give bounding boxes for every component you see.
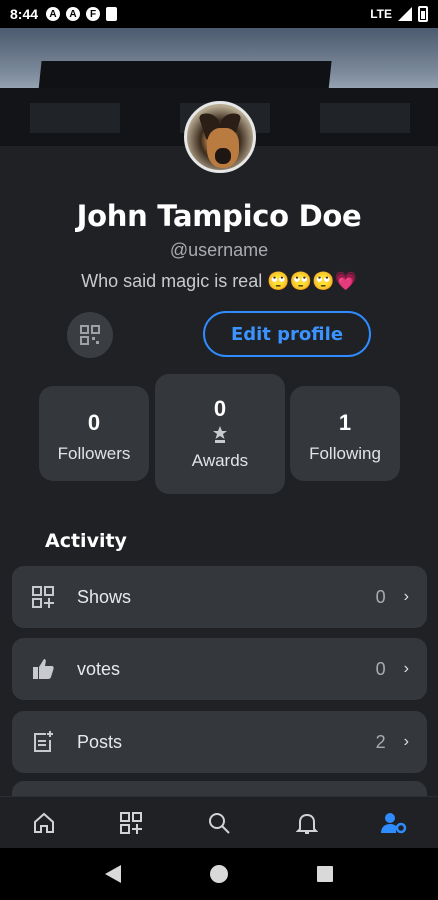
grid-add-icon: [32, 586, 54, 608]
activity-label: votes: [77, 658, 121, 679]
grid-add-icon: [120, 811, 143, 834]
battery-icon: [418, 6, 428, 22]
sd-card-icon: [106, 7, 118, 21]
followers-label: Followers: [57, 444, 131, 463]
status-bar: 8:44 A A F LTE: [0, 0, 438, 28]
cover-window: [320, 103, 410, 133]
nav-home[interactable]: [24, 803, 64, 843]
activity-count: 0: [375, 658, 386, 679]
following-label: Following: [309, 444, 381, 463]
app-notification-icon: A: [46, 7, 61, 21]
activity-count: 0: [375, 586, 386, 607]
user-settings-icon: [381, 812, 407, 833]
home-circle-icon[interactable]: [209, 865, 228, 883]
post-add-icon: [34, 731, 53, 752]
nav-notifications[interactable]: [287, 803, 327, 843]
qr-code-button[interactable]: [67, 312, 113, 358]
nav-profile[interactable]: [374, 803, 414, 843]
activity-title: Activity: [45, 530, 127, 552]
qr-code-icon: [80, 325, 100, 345]
activity-label: Shows: [77, 586, 132, 607]
awards-count: 0: [213, 396, 227, 421]
bottom-nav: [0, 796, 438, 848]
signal-icon: [398, 7, 412, 21]
nav-shows[interactable]: [111, 803, 151, 843]
status-time: 8:44: [10, 6, 39, 22]
app-notification-icon: F: [86, 7, 101, 21]
network-type: LTE: [370, 7, 392, 21]
avatar[interactable]: [184, 101, 256, 173]
back-icon[interactable]: [104, 865, 121, 883]
notification-icons: A A F: [46, 7, 118, 21]
activity-row-votes[interactable]: votes 0 ›: [12, 638, 427, 700]
following-count: 1: [338, 410, 352, 435]
activity-row-posts[interactable]: Posts 2 ›: [12, 711, 427, 773]
bell-icon: [295, 813, 318, 834]
followers-stat[interactable]: 0 Followers: [39, 386, 149, 481]
system-navigation-bar: [0, 848, 438, 900]
activity-label: Posts: [77, 731, 123, 752]
profile-name: John Tampico Doe: [76, 199, 362, 233]
home-icon: [33, 812, 54, 833]
followers-count: 0: [87, 410, 101, 435]
avatar-dog-snout: [215, 148, 231, 164]
cover-window: [30, 103, 120, 133]
profile-bio: Who said magic is real 🙄🙄🙄💗: [81, 271, 357, 291]
chevron-right-icon: ›: [403, 588, 409, 605]
status-right: LTE: [370, 6, 428, 22]
following-stat[interactable]: 1 Following: [290, 386, 400, 481]
chevron-right-icon: ›: [403, 733, 409, 750]
award-icon: [213, 426, 227, 443]
edit-profile-button[interactable]: Edit profile: [203, 311, 371, 357]
activity-row-shows[interactable]: Shows 0 ›: [12, 566, 427, 628]
thumbs-up-icon: [33, 659, 54, 679]
search-icon: [208, 812, 230, 834]
recents-icon[interactable]: [317, 866, 334, 882]
chevron-right-icon: ›: [403, 660, 409, 677]
profile-username: @username: [169, 240, 269, 260]
activity-count: 2: [375, 731, 386, 752]
app-notification-icon: A: [66, 7, 81, 21]
cover-building-roof: [38, 61, 332, 91]
awards-stat[interactable]: 0 Awards: [155, 374, 285, 494]
nav-search[interactable]: [199, 803, 239, 843]
awards-label: Awards: [191, 451, 249, 470]
